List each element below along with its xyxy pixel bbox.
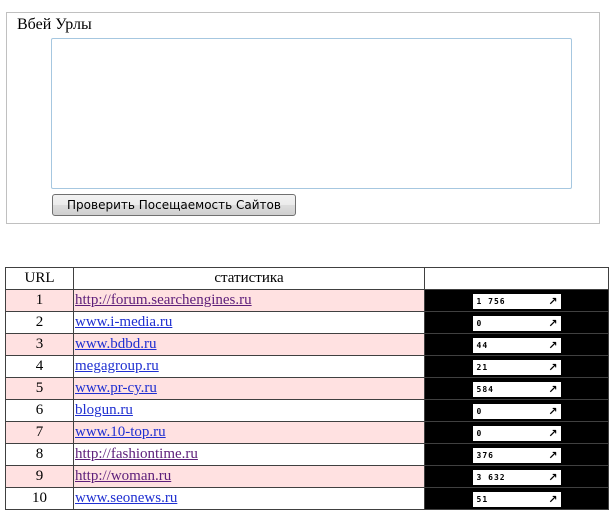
site-link[interactable]: www.10-top.ru bbox=[75, 424, 166, 440]
check-traffic-button[interactable]: Проверить Посещаемость Сайтов bbox=[52, 194, 296, 216]
site-link[interactable]: http://fashiontime.ru bbox=[75, 446, 198, 462]
row-site-cell: http://woman.ru bbox=[73, 465, 425, 488]
url-form-fieldset: Вбей Урлы Проверить Посещаемость Сайтов bbox=[6, 12, 600, 224]
arrow-up-right-icon: ↗ bbox=[548, 360, 558, 374]
table-header-row: URL статистика bbox=[5, 267, 609, 290]
table-row: 8 http://fashiontime.ru 376 ↗ bbox=[5, 443, 609, 466]
counter-value: 51 bbox=[476, 494, 489, 504]
row-counter-cell: 584 ↗ bbox=[424, 377, 609, 400]
row-number: 9 bbox=[5, 465, 74, 488]
site-link[interactable]: http://forum.searchengines.ru bbox=[75, 292, 252, 308]
row-number: 8 bbox=[5, 443, 74, 466]
table-row: 2 www.i-media.ru 0 ↗ bbox=[5, 311, 609, 334]
traffic-counter[interactable]: 0 ↗ bbox=[472, 425, 561, 441]
row-number: 7 bbox=[5, 421, 74, 444]
row-number: 2 bbox=[5, 311, 74, 334]
counter-value: 0 bbox=[476, 406, 483, 416]
header-stats: статистика bbox=[73, 267, 425, 290]
row-counter-cell: 3 632 ↗ bbox=[424, 465, 609, 488]
row-counter-cell: 0 ↗ bbox=[424, 311, 609, 334]
row-counter-cell: 1 756 ↗ bbox=[424, 289, 609, 312]
table-row: 9 http://woman.ru 3 632 ↗ bbox=[5, 465, 609, 488]
row-counter-cell: 0 ↗ bbox=[424, 399, 609, 422]
counter-value: 44 bbox=[476, 340, 489, 350]
table-row: 3 www.bdbd.ru 44 ↗ bbox=[5, 333, 609, 356]
site-link[interactable]: blogun.ru bbox=[75, 402, 133, 418]
traffic-counter[interactable]: 3 632 ↗ bbox=[472, 469, 561, 485]
table-row: 5 www.pr-cy.ru 584 ↗ bbox=[5, 377, 609, 400]
traffic-counter[interactable]: 376 ↗ bbox=[472, 447, 561, 463]
site-link[interactable]: http://woman.ru bbox=[75, 468, 171, 484]
row-number: 4 bbox=[5, 355, 74, 378]
row-site-cell: www.pr-cy.ru bbox=[73, 377, 425, 400]
urls-textarea[interactable] bbox=[51, 38, 572, 189]
row-number: 5 bbox=[5, 377, 74, 400]
row-site-cell: http://fashiontime.ru bbox=[73, 443, 425, 466]
arrow-up-right-icon: ↗ bbox=[548, 338, 558, 352]
traffic-counter[interactable]: 51 ↗ bbox=[472, 491, 561, 507]
row-site-cell: www.i-media.ru bbox=[73, 311, 425, 334]
site-link[interactable]: www.i-media.ru bbox=[75, 314, 172, 330]
counter-value: 0 bbox=[476, 318, 483, 328]
site-link[interactable]: www.seonews.ru bbox=[75, 490, 177, 506]
traffic-counter[interactable]: 0 ↗ bbox=[472, 315, 561, 331]
arrow-up-right-icon: ↗ bbox=[548, 426, 558, 440]
row-counter-cell: 51 ↗ bbox=[424, 487, 609, 510]
fieldset-legend: Вбей Урлы bbox=[16, 16, 93, 34]
arrow-up-right-icon: ↗ bbox=[548, 470, 558, 484]
counter-value: 376 bbox=[476, 450, 494, 460]
row-counter-cell: 0 ↗ bbox=[424, 421, 609, 444]
traffic-counter[interactable]: 0 ↗ bbox=[472, 403, 561, 419]
stats-table: URL статистика 1 http://forum.searchengin… bbox=[5, 267, 609, 510]
row-site-cell: www.bdbd.ru bbox=[73, 333, 425, 356]
table-row: 4 megagroup.ru 21 ↗ bbox=[5, 355, 609, 378]
row-site-cell: http://forum.searchengines.ru bbox=[73, 289, 425, 312]
header-counter bbox=[424, 267, 609, 290]
row-counter-cell: 21 ↗ bbox=[424, 355, 609, 378]
traffic-counter[interactable]: 1 756 ↗ bbox=[472, 293, 561, 309]
site-link[interactable]: www.pr-cy.ru bbox=[75, 380, 157, 396]
row-site-cell: www.10-top.ru bbox=[73, 421, 425, 444]
arrow-up-right-icon: ↗ bbox=[548, 316, 558, 330]
table-row: 7 www.10-top.ru 0 ↗ bbox=[5, 421, 609, 444]
site-link[interactable]: www.bdbd.ru bbox=[75, 336, 157, 352]
row-counter-cell: 376 ↗ bbox=[424, 443, 609, 466]
counter-value: 3 632 bbox=[476, 472, 506, 482]
arrow-up-right-icon: ↗ bbox=[548, 404, 558, 418]
traffic-counter[interactable]: 584 ↗ bbox=[472, 381, 561, 397]
row-site-cell: www.seonews.ru bbox=[73, 487, 425, 510]
row-number: 10 bbox=[5, 487, 74, 510]
arrow-up-right-icon: ↗ bbox=[548, 492, 558, 506]
table-row: 10 www.seonews.ru 51 ↗ bbox=[5, 487, 609, 510]
arrow-up-right-icon: ↗ bbox=[548, 448, 558, 462]
header-url: URL bbox=[5, 267, 74, 290]
arrow-up-right-icon: ↗ bbox=[548, 294, 558, 308]
counter-value: 584 bbox=[476, 384, 494, 394]
row-number: 6 bbox=[5, 399, 74, 422]
counter-value: 21 bbox=[476, 362, 489, 372]
row-site-cell: megagroup.ru bbox=[73, 355, 425, 378]
row-site-cell: blogun.ru bbox=[73, 399, 425, 422]
traffic-counter[interactable]: 44 ↗ bbox=[472, 337, 561, 353]
row-counter-cell: 44 ↗ bbox=[424, 333, 609, 356]
row-number: 1 bbox=[5, 289, 74, 312]
site-link[interactable]: megagroup.ru bbox=[75, 358, 159, 374]
table-row: 1 http://forum.searchengines.ru 1 756 ↗ bbox=[5, 289, 609, 312]
traffic-counter[interactable]: 21 ↗ bbox=[472, 359, 561, 375]
row-number: 3 bbox=[5, 333, 74, 356]
counter-value: 1 756 bbox=[476, 296, 506, 306]
arrow-up-right-icon: ↗ bbox=[548, 382, 558, 396]
counter-value: 0 bbox=[476, 428, 483, 438]
table-row: 6 blogun.ru 0 ↗ bbox=[5, 399, 609, 422]
